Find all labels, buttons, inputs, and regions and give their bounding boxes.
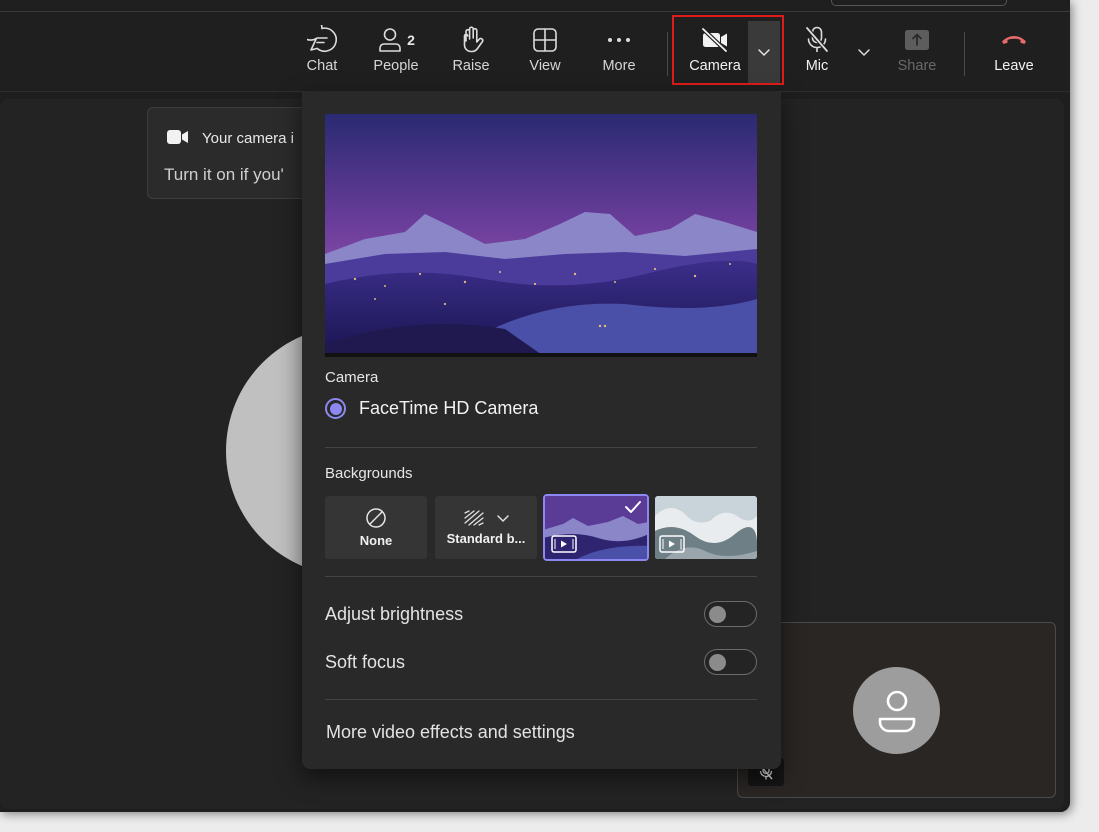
self-avatar (853, 667, 940, 754)
chat-icon (307, 24, 337, 56)
share-icon (903, 24, 931, 56)
more-label: More (602, 58, 636, 74)
title-strip (0, 0, 1070, 12)
menu-divider (325, 699, 757, 700)
mic-off-icon (803, 24, 831, 56)
people-button[interactable]: 2 People (370, 24, 422, 84)
leave-phone-icon (999, 24, 1029, 56)
leave-button[interactable]: Leave (990, 24, 1038, 84)
blur-row (462, 509, 510, 527)
none-icon (366, 508, 386, 528)
view-grid-icon (532, 24, 558, 56)
raise-label: Raise (452, 58, 490, 74)
backgrounds-section-label: Backgrounds (325, 465, 413, 482)
menu-divider (325, 576, 757, 577)
chevron-down-icon (858, 49, 870, 57)
toggle-knob (709, 654, 726, 671)
notice-title: Your camera i (202, 130, 294, 147)
people-label: People (373, 58, 419, 74)
mic-button[interactable]: Mic (798, 24, 836, 84)
soft-focus-label: Soft focus (325, 652, 406, 672)
video-background-icon (551, 535, 577, 553)
more-button[interactable]: More (598, 24, 640, 84)
camera-radio-facetime[interactable] (325, 398, 346, 419)
meeting-toolbar: Chat 2 People Raise View More Camera Mic… (0, 12, 1070, 92)
background-standard-blur-label: Standard b... (446, 531, 526, 546)
toolbar-separator (667, 32, 668, 76)
people-icon: 2 (377, 24, 415, 56)
preview-background-image (325, 114, 757, 357)
camera-section-label: Camera (325, 369, 379, 386)
checkmark-icon (625, 501, 641, 513)
camera-device-name[interactable]: FaceTime HD Camera (359, 398, 538, 419)
leave-label: Leave (994, 58, 1034, 74)
camera-preview (325, 114, 757, 357)
chat-button[interactable]: Chat (301, 24, 343, 84)
video-camera-icon (166, 128, 190, 151)
view-button[interactable]: View (525, 24, 565, 84)
camera-options-dropdown[interactable] (748, 21, 780, 83)
more-video-effects-link[interactable]: More video effects and settings (326, 722, 575, 743)
more-icon (605, 24, 633, 56)
toggle-knob (709, 606, 726, 623)
menu-divider (325, 447, 757, 448)
video-background-icon (659, 535, 685, 553)
notice-body: Turn it on if you' (164, 165, 284, 184)
background-snow-tile[interactable] (655, 496, 757, 559)
hand-raise-icon (457, 24, 485, 56)
camera-settings-flyout: Camera FaceTime HD Camera Backgrounds No… (302, 92, 781, 769)
people-count-badge: 2 (407, 32, 415, 48)
adjust-brightness-toggle[interactable] (704, 601, 757, 627)
background-none-label: None (359, 533, 393, 548)
teams-meeting-window: Chat 2 People Raise View More Camera Mic… (0, 0, 1070, 812)
person-icon (878, 690, 915, 732)
blur-icon (464, 510, 484, 526)
share-button[interactable]: Share (895, 24, 939, 84)
view-label: View (529, 58, 561, 74)
soft-focus-toggle[interactable] (704, 649, 757, 675)
background-none-tile[interactable]: None (325, 496, 427, 559)
chevron-down-icon (758, 49, 770, 57)
radio-selected-dot (329, 402, 342, 415)
share-label: Share (897, 58, 937, 74)
raise-hand-button[interactable]: Raise (449, 24, 493, 84)
chat-label: Chat (306, 58, 338, 74)
title-pill (831, 0, 1007, 6)
mic-label: Mic (805, 58, 829, 74)
chevron-down-icon (497, 515, 509, 523)
background-mountains-tile-selected[interactable] (543, 494, 649, 561)
background-standard-blur-tile[interactable]: Standard b... (435, 496, 537, 559)
mic-options-dropdown[interactable] (850, 38, 878, 66)
adjust-brightness-label: Adjust brightness (325, 604, 464, 624)
toolbar-separator (964, 32, 965, 76)
